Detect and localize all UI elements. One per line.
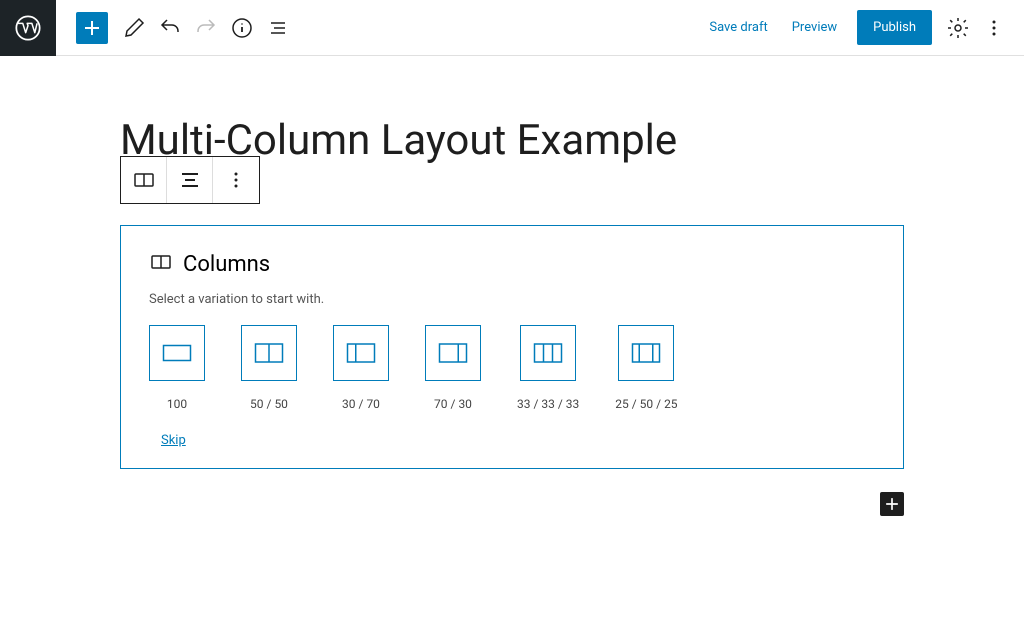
more-options-button[interactable] bbox=[976, 10, 1012, 46]
undo-button[interactable] bbox=[152, 10, 188, 46]
block-more-button[interactable] bbox=[213, 157, 259, 203]
variation-70-30[interactable]: 70 / 30 bbox=[425, 325, 481, 411]
redo-button[interactable] bbox=[188, 10, 224, 46]
variation-30-70[interactable]: 30 / 70 bbox=[333, 325, 389, 411]
editor-top-bar: Save draft Preview Publish bbox=[0, 0, 1024, 56]
skip-link[interactable]: Skip bbox=[161, 433, 186, 448]
editor-content: Multi-Column Layout Example Columns Sele… bbox=[0, 56, 1024, 469]
placeholder-description: Select a variation to start with. bbox=[149, 292, 875, 307]
tools-button[interactable] bbox=[116, 10, 152, 46]
align-button[interactable] bbox=[167, 157, 213, 203]
info-button[interactable] bbox=[224, 10, 260, 46]
block-type-button[interactable] bbox=[121, 157, 167, 203]
variation-list: 100 50 / 50 30 / 70 70 / 30 33 / 33 / 33… bbox=[149, 325, 875, 411]
save-draft-button[interactable]: Save draft bbox=[697, 12, 779, 43]
add-block-button[interactable] bbox=[76, 12, 108, 44]
variation-25-50-25[interactable]: 25 / 50 / 25 bbox=[615, 325, 677, 411]
wordpress-logo[interactable] bbox=[0, 0, 56, 56]
columns-block-placeholder: Columns Select a variation to start with… bbox=[120, 225, 904, 469]
placeholder-title: Columns bbox=[183, 252, 270, 277]
settings-button[interactable] bbox=[940, 10, 976, 46]
preview-button[interactable]: Preview bbox=[780, 12, 849, 43]
block-appender-button[interactable] bbox=[880, 492, 904, 516]
variation-100[interactable]: 100 bbox=[149, 325, 205, 411]
columns-icon bbox=[149, 250, 173, 278]
variation-33-33-33[interactable]: 33 / 33 / 33 bbox=[517, 325, 579, 411]
block-toolbar bbox=[120, 156, 260, 204]
outline-button[interactable] bbox=[260, 10, 296, 46]
variation-50-50[interactable]: 50 / 50 bbox=[241, 325, 297, 411]
publish-button[interactable]: Publish bbox=[857, 10, 932, 45]
placeholder-header: Columns bbox=[149, 250, 875, 278]
